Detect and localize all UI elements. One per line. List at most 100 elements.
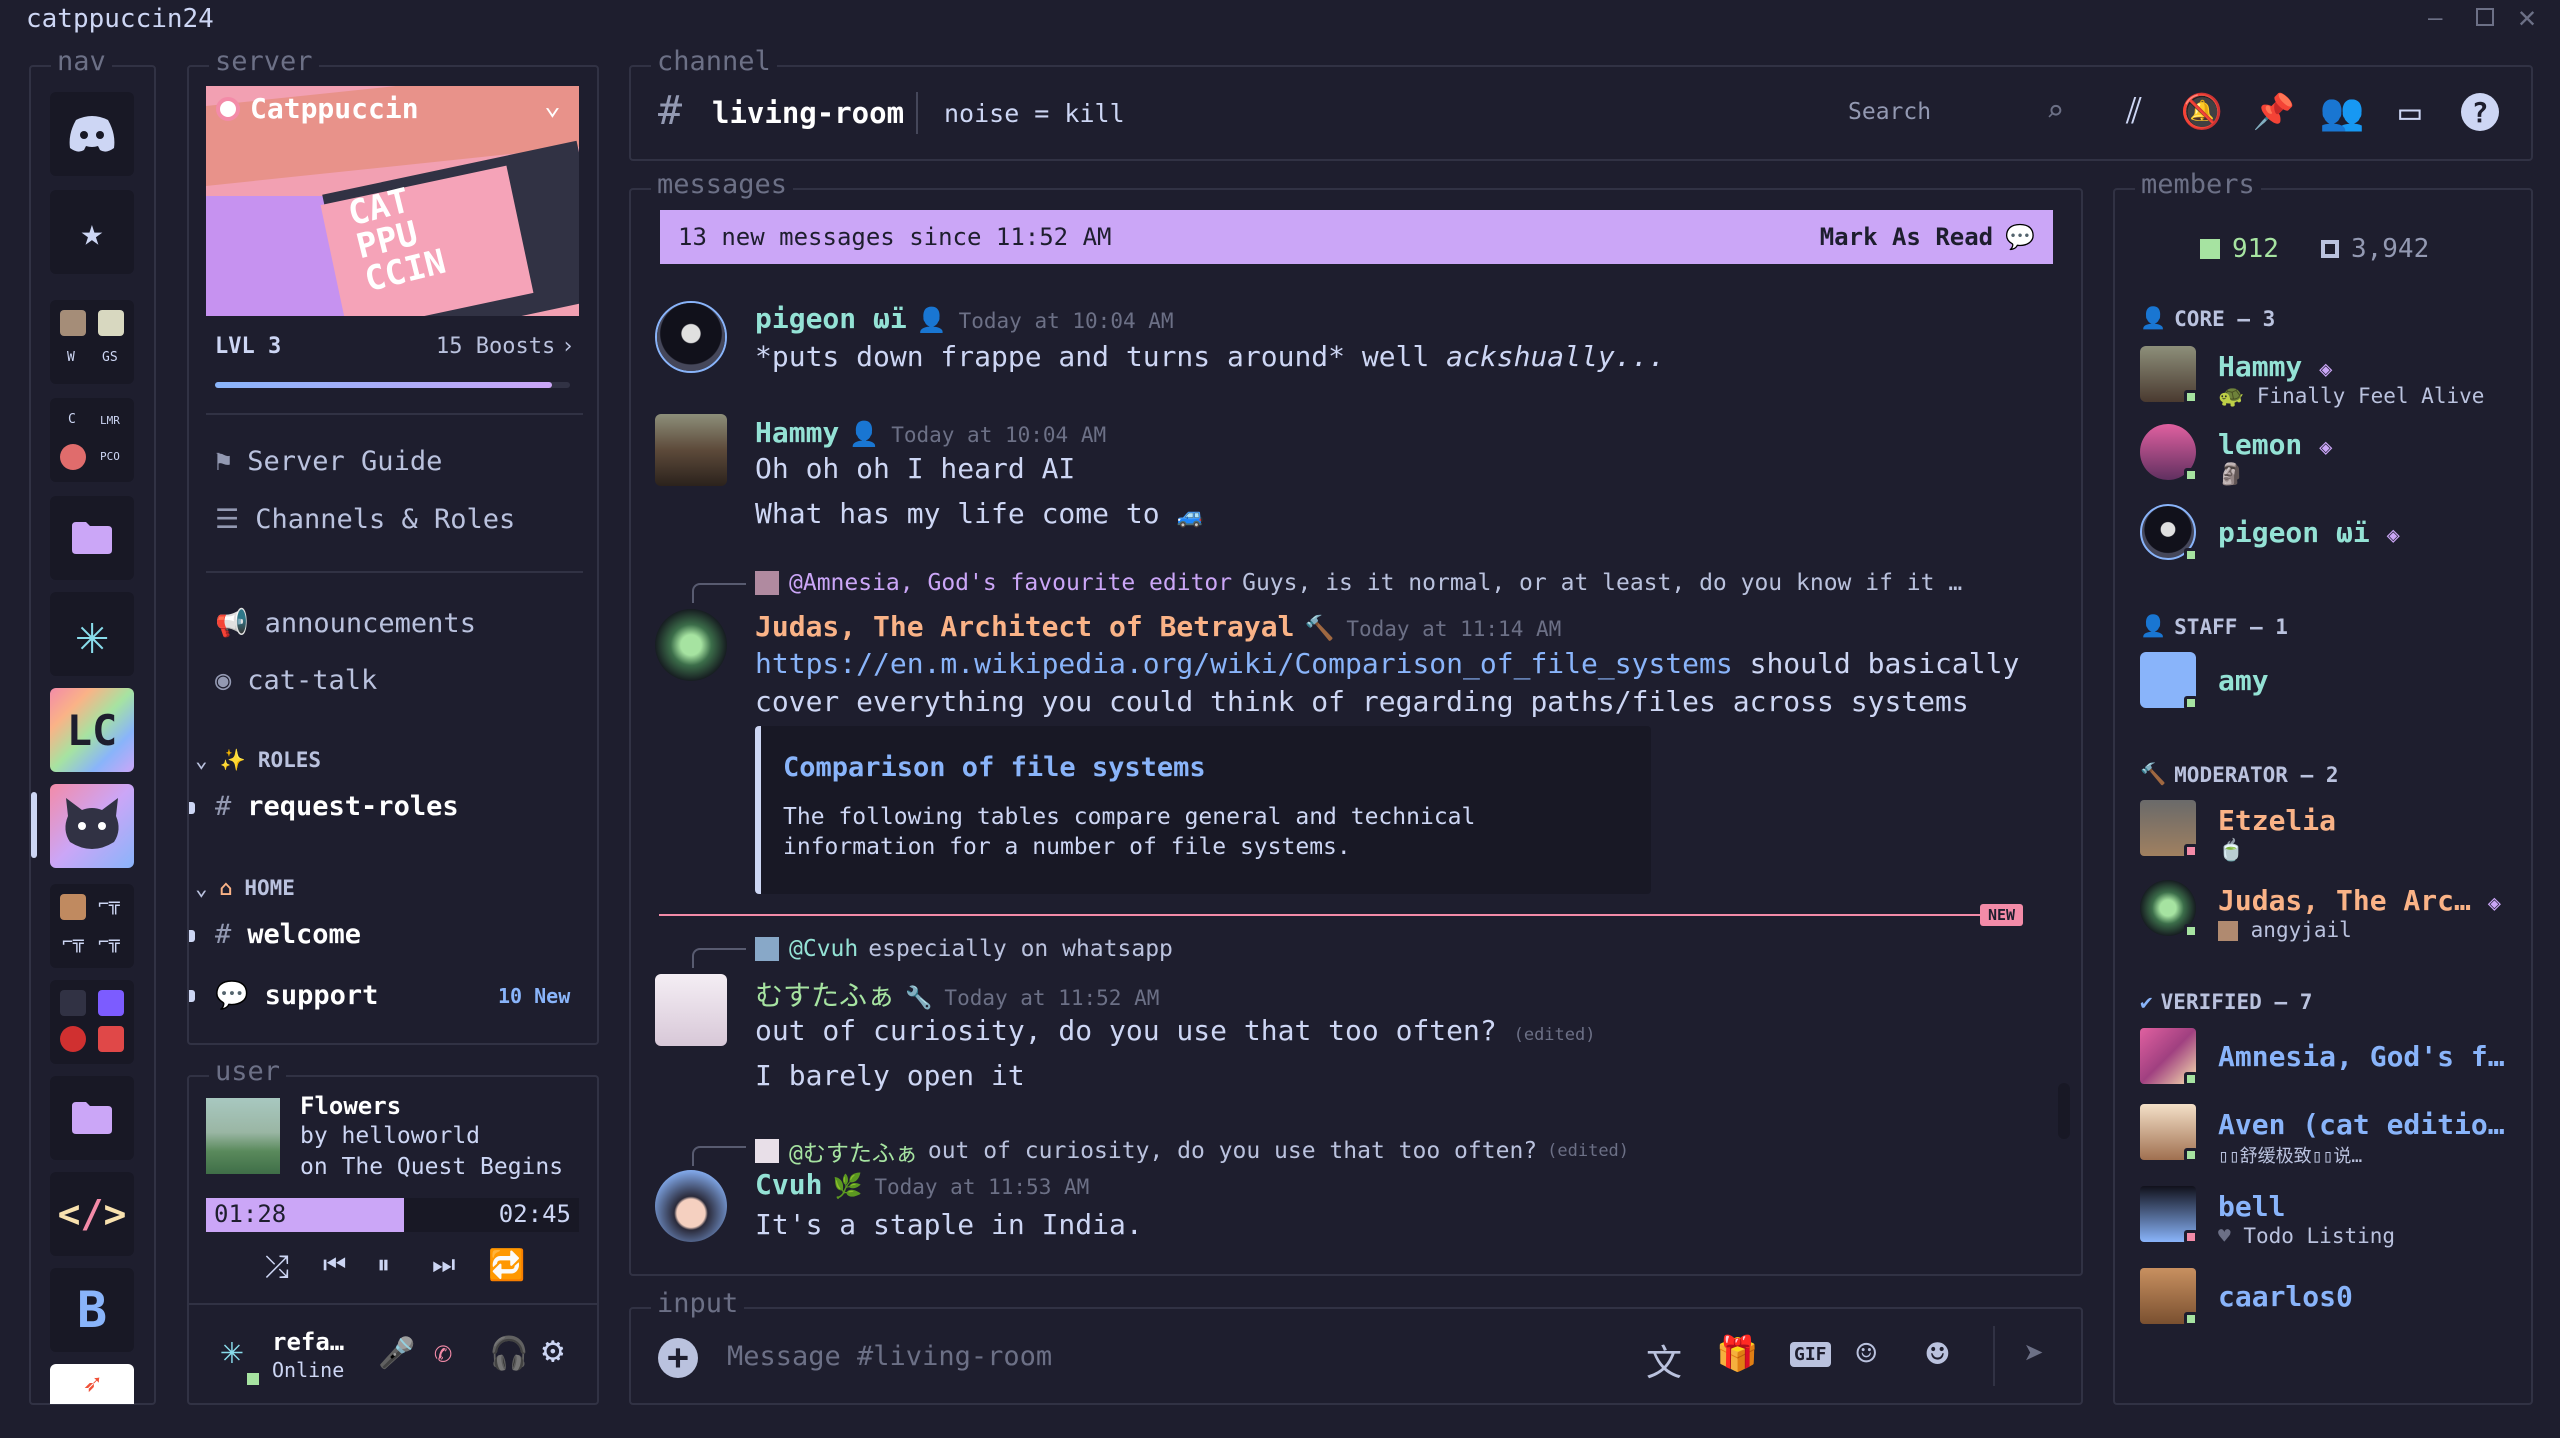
gift-icon[interactable]: 🎁: [1716, 1334, 1758, 1374]
server-rainbow[interactable]: LC: [50, 688, 134, 772]
server-banner[interactable]: CAT PPU CCIN Catppuccin ⌄: [206, 86, 579, 316]
favorites-button[interactable]: ★: [50, 190, 134, 274]
server-icon: [98, 310, 124, 336]
user-status: Online: [272, 1358, 345, 1382]
messages-scrollbar[interactable]: [2058, 1083, 2070, 1139]
repeat-icon[interactable]: 🔁: [488, 1248, 525, 1283]
avatar[interactable]: [655, 414, 727, 486]
avatar[interactable]: [655, 301, 727, 373]
channel-request-roles[interactable]: # request-roles: [215, 791, 459, 822]
folder-button-2[interactable]: [50, 1076, 134, 1160]
people-icon: 👥: [2319, 92, 2365, 133]
channel-cat-talk[interactable]: ◉ cat-talk: [215, 665, 377, 696]
member-status-text: ▯▯舒缓极致▯▯说…: [2218, 1146, 2363, 1167]
sticker-icon[interactable]: ☺: [1856, 1334, 1876, 1374]
server-folder-4[interactable]: [50, 980, 134, 1064]
reply-preview[interactable]: @Amnesia, God's favourite editor Guys, i…: [755, 570, 1962, 596]
member-list-button[interactable]: 👥: [2319, 90, 2365, 134]
mute-mic-icon[interactable]: 🎤: [378, 1336, 415, 1371]
status-dot: [2184, 844, 2198, 858]
previous-icon[interactable]: ⏮: [323, 1250, 346, 1281]
server-folder-2[interactable]: C LMR PCO: [50, 398, 134, 482]
channel-welcome[interactable]: # welcome: [215, 919, 361, 950]
role-header-core: 👤 CORE — 3: [2140, 306, 2275, 331]
stage-icon: ◉: [215, 665, 232, 696]
folder-label: GS: [102, 350, 118, 365]
emoji-icon[interactable]: ☻: [1926, 1332, 1949, 1376]
server-swift[interactable]: ➶: [50, 1364, 134, 1404]
message-author[interactable]: Cvuh: [755, 1168, 822, 1201]
wrench-icon: 🔧: [905, 986, 933, 1011]
boosts-link[interactable]: 15 Boosts ›: [436, 334, 574, 359]
help-button[interactable]: ?: [2458, 90, 2502, 134]
channel-support[interactable]: 💬 support: [215, 979, 378, 1012]
chevron-down-icon[interactable]: ⌄: [544, 88, 561, 121]
server-catppuccin[interactable]: [50, 784, 134, 868]
message-author[interactable]: Judas, The Architect of Betrayal: [755, 610, 1294, 643]
total-count: 3,942: [2350, 234, 2430, 264]
avatar[interactable]: [655, 609, 727, 681]
server-code[interactable]: </>: [50, 1172, 134, 1256]
category-roles[interactable]: ⌄ ✨ ROLES: [195, 748, 321, 773]
user-avatar[interactable]: ✳: [212, 1328, 252, 1372]
gif-icon[interactable]: GIF: [1790, 1342, 1831, 1367]
channel-announcements[interactable]: 📢 announcements: [215, 607, 476, 640]
nav-panel-title: nav: [51, 47, 112, 77]
server-b[interactable]: B: [50, 1268, 134, 1352]
server-folder-1[interactable]: W GS: [50, 300, 134, 384]
message-input[interactable]: Message #living-room: [727, 1341, 1052, 1372]
threads-button[interactable]: ⫽: [2112, 90, 2156, 134]
translate-icon[interactable]: 文: [1646, 1334, 1682, 1386]
close-button[interactable]: ✕: [2518, 0, 2536, 35]
server-folder-3[interactable]: ⌐╦ ⌐╦ ⌐╦: [50, 884, 134, 968]
search-input[interactable]: Search: [1848, 99, 1931, 125]
minimize-button[interactable]: —: [2428, 4, 2452, 34]
reply-author: @Cvuh: [789, 936, 859, 962]
total-square-icon: [2320, 240, 2339, 258]
message-author[interactable]: pigeon ωï: [755, 302, 907, 335]
message-author[interactable]: Hammy: [755, 416, 839, 449]
avatar[interactable]: [655, 974, 727, 1046]
pause-icon[interactable]: ⏸: [377, 1250, 390, 1281]
album-art: [206, 1098, 280, 1174]
channels-roles-link[interactable]: ☰ Channels & Roles: [215, 504, 515, 535]
server-guide-link[interactable]: ⚑ Server Guide: [215, 446, 442, 477]
avatar[interactable]: [655, 1170, 727, 1242]
status-emoji-icon: 🍵: [2218, 838, 2245, 862]
notifications-button[interactable]: 🔕: [2180, 90, 2224, 134]
new-messages-banner[interactable]: 13 new messages since 11:52 AM Mark As R…: [660, 210, 2053, 264]
message-content: *puts down frappe and turns around* well…: [755, 340, 1665, 373]
message-link[interactable]: https://en.m.wikipedia.org/wiki/Comparis…: [755, 647, 1733, 680]
hash-icon: #: [215, 791, 232, 822]
discord-home-button[interactable]: [50, 92, 134, 176]
unread-indicator: [189, 930, 195, 942]
headphones-icon[interactable]: 🎧: [489, 1334, 529, 1372]
maximize-button[interactable]: [2476, 8, 2494, 26]
send-icon[interactable]: ➤: [2024, 1334, 2044, 1374]
mark-as-read-button[interactable]: Mark As Read 💬: [1820, 223, 2035, 251]
shuffle-icon[interactable]: ⤮: [265, 1250, 289, 1285]
search-icon[interactable]: ⌕: [2046, 94, 2064, 129]
inbox-button[interactable]: ▭: [2388, 90, 2432, 134]
reply-preview[interactable]: @Cvuh especially on whatsapp: [755, 936, 1173, 962]
category-home[interactable]: ⌄ ⌂ HOME: [195, 876, 295, 900]
folder-button[interactable]: [50, 496, 134, 580]
new-messages-divider: [659, 914, 1993, 916]
server-asterisk[interactable]: ✳: [50, 592, 134, 676]
gear-icon[interactable]: ⚙: [542, 1330, 564, 1371]
person-icon: 👤: [2140, 306, 2167, 330]
leaf-icon: 🌿: [832, 1172, 863, 1200]
divider: [1993, 1326, 1995, 1386]
message-author[interactable]: むすたふぁ: [755, 974, 895, 1014]
track-progress[interactable]: 01:28 02:45: [206, 1198, 579, 1232]
unread-indicator: [189, 802, 195, 814]
channel-name: living-room: [712, 96, 905, 130]
message-line: cover everything you could think of rega…: [755, 685, 1969, 718]
embed-title[interactable]: Comparison of file systems: [783, 752, 1206, 783]
mute-phone-icon[interactable]: ✆: [434, 1336, 452, 1371]
member-status: 🐢 Finally Feel Alive: [2218, 384, 2484, 409]
add-attachment-icon[interactable]: +: [658, 1338, 698, 1378]
next-icon[interactable]: ⏭: [432, 1250, 455, 1281]
pinned-button[interactable]: 📌: [2252, 90, 2296, 134]
reply-preview[interactable]: @むすたふぁ out of curiosity, do you use that…: [755, 1134, 1629, 1168]
